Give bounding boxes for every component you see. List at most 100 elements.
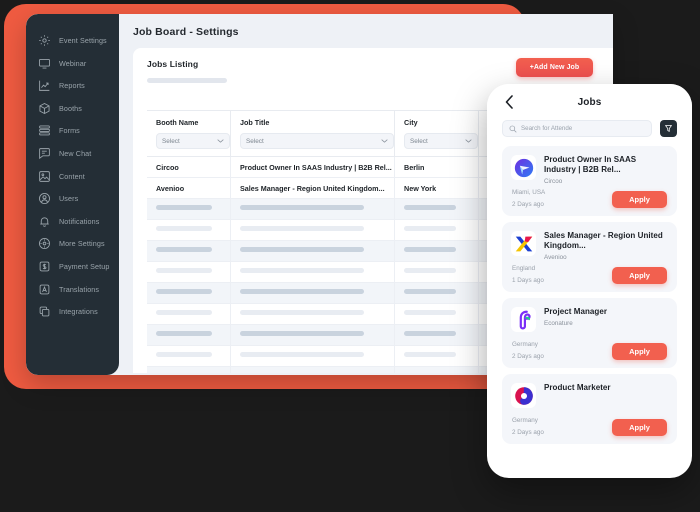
sidebar-item-payment-setup[interactable]: Payment Setup	[26, 256, 119, 277]
sidebar-item-translations[interactable]: Translations	[26, 279, 119, 300]
sidebar-item-label: New Chat	[59, 148, 92, 158]
cell-booth: Circoo	[156, 163, 179, 172]
column-filter-select[interactable]: Select	[404, 133, 478, 149]
job-card-company: Econature	[544, 320, 573, 327]
placeholder-bar	[240, 352, 364, 357]
job-card-title: Product Marketer	[544, 383, 611, 392]
table-header-cell: Job Title Select	[231, 111, 395, 156]
placeholder-bar	[156, 331, 212, 336]
dollar-icon	[38, 260, 51, 273]
placeholder-bar	[156, 310, 212, 315]
add-new-job-button[interactable]: +Add New Job	[516, 58, 593, 77]
sidebar: Event Settings Webinar Reports Booths Fo…	[26, 14, 119, 375]
chart-trend-icon	[38, 79, 51, 92]
job-card-title: Project Manager	[544, 307, 607, 316]
sidebar-item-more-settings[interactable]: More Settings	[26, 233, 119, 254]
search-icon	[509, 125, 517, 132]
apply-button[interactable]: Apply	[612, 419, 667, 436]
placeholder-bar	[240, 331, 364, 336]
sidebar-item-label: Integrations	[59, 307, 98, 317]
job-card[interactable]: Project Manager Econature Germany 2 Days…	[502, 298, 677, 368]
mobile-jobs-panel: Jobs Search for Attende Product Owner In…	[487, 84, 692, 478]
gear-icon	[38, 34, 51, 47]
sidebar-item-forms[interactable]: Forms	[26, 120, 119, 141]
cube-icon	[38, 102, 51, 115]
page-title: Job Board - Settings	[133, 26, 239, 38]
sidebar-item-label: Content	[59, 171, 85, 181]
sidebar-item-notifications[interactable]: Notifications	[26, 211, 119, 232]
column-header-label: Booth Name	[156, 118, 199, 127]
placeholder-bar	[156, 205, 212, 210]
monitor-icon	[38, 57, 51, 70]
select-value: Select	[410, 137, 428, 145]
image-icon	[38, 170, 51, 183]
cell-title: Sales Manager - Region United Kingdom...	[240, 184, 385, 193]
arrow-swirl-logo	[511, 155, 536, 180]
select-value: Select	[162, 137, 180, 145]
sidebar-item-new-chat[interactable]: New Chat	[26, 143, 119, 164]
placeholder-bar	[240, 226, 364, 231]
placeholder-bar	[404, 289, 456, 294]
sidebar-item-label: More Settings	[59, 239, 105, 249]
placeholder-bar	[240, 205, 364, 210]
filter-funnel-icon[interactable]	[660, 120, 677, 137]
job-card[interactable]: Sales Manager - Region United Kingdom...…	[502, 222, 677, 292]
phone-title: Jobs	[577, 96, 602, 108]
job-card-location: Germany	[512, 417, 538, 424]
user-circle-icon	[38, 192, 51, 205]
sidebar-item-reports[interactable]: Reports	[26, 75, 119, 96]
sidebar-item-label: Payment Setup	[59, 261, 110, 271]
table-header-cell: City Select	[395, 111, 479, 156]
search-row: Search for Attende	[487, 120, 692, 137]
chevron-left-icon[interactable]	[504, 95, 514, 109]
skeleton-subtitle	[147, 78, 227, 83]
screenshot-root: Event Settings Webinar Reports Booths Fo…	[0, 0, 700, 512]
placeholder-bar	[240, 268, 364, 273]
apply-button[interactable]: Apply	[612, 267, 667, 284]
placeholder-bar	[404, 352, 456, 357]
apply-button[interactable]: Apply	[612, 191, 667, 208]
spiral-circle-logo	[511, 383, 536, 408]
placeholder-bar	[240, 289, 364, 294]
sidebar-item-label: Forms	[59, 126, 80, 136]
placeholder-bar	[156, 226, 212, 231]
placeholder-bar	[404, 205, 456, 210]
job-card[interactable]: Product Owner In SAAS Industry | B2B Rel…	[502, 146, 677, 216]
phone-header: Jobs	[487, 84, 692, 120]
x-cross-logo	[511, 231, 536, 256]
sidebar-item-integrations[interactable]: Integrations	[26, 301, 119, 322]
sidebar-item-label: Webinar	[59, 58, 87, 68]
job-card-location: Germany	[512, 341, 538, 348]
layers-icon	[38, 124, 51, 137]
sidebar-item-content[interactable]: Content	[26, 166, 119, 187]
job-card-time: 2 Days ago	[512, 353, 544, 360]
sidebar-item-label: Event Settings	[59, 36, 107, 45]
apply-button[interactable]: Apply	[612, 343, 667, 360]
integrations-icon	[38, 305, 51, 318]
job-card-title: Product Owner In SAAS Industry | B2B Rel…	[544, 155, 637, 174]
sidebar-item-booths[interactable]: Booths	[26, 98, 119, 119]
job-card-title: Sales Manager - Region United Kingdom...	[544, 231, 663, 250]
job-cards-list: Product Owner In SAAS Industry | B2B Rel…	[487, 137, 692, 444]
search-input[interactable]: Search for Attende	[502, 120, 652, 137]
placeholder-bar	[156, 247, 212, 252]
job-card-location: England	[512, 265, 536, 272]
cell-city: New York	[404, 184, 437, 193]
translate-icon	[38, 283, 51, 296]
sidebar-item-label: Notifications	[59, 216, 100, 226]
placeholder-bar	[404, 310, 456, 315]
sidebar-item-users[interactable]: Users	[26, 188, 119, 209]
select-value: Select	[246, 137, 264, 145]
placeholder-bar	[240, 247, 364, 252]
column-filter-select[interactable]: Select	[156, 133, 230, 149]
job-card[interactable]: Product Marketer Germany 2 Days ago Appl…	[502, 374, 677, 444]
column-filter-select[interactable]: Select	[240, 133, 394, 149]
sidebar-item-webinar[interactable]: Webinar	[26, 53, 119, 74]
sidebar-item-label: Users	[59, 194, 79, 204]
sidebar-item-event-settings[interactable]: Event Settings	[26, 30, 119, 51]
placeholder-bar	[156, 352, 212, 357]
sidebar-item-label: Translations	[59, 284, 100, 294]
cell-title: Product Owner In SAAS Industry | B2B Rel…	[240, 163, 392, 172]
job-card-company: Avenioo	[544, 254, 567, 261]
placeholder-bar	[156, 268, 212, 273]
